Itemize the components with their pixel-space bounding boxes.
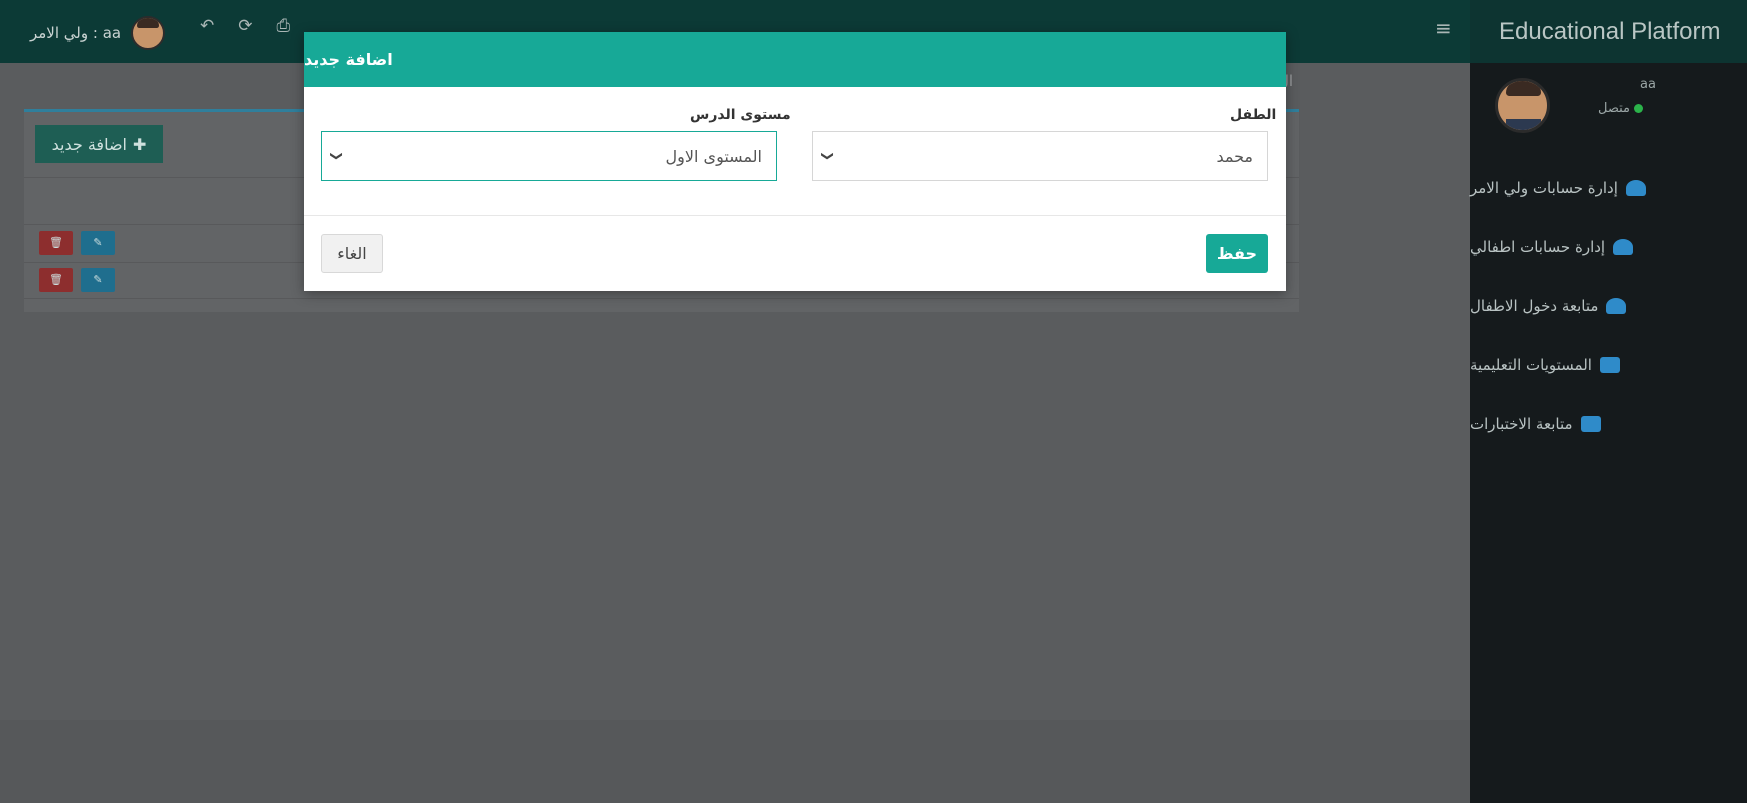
brand-logo[interactable]: Educational Platform: [1470, 0, 1747, 63]
add-new-button[interactable]: ✚ اضافة جديد: [35, 125, 163, 163]
profile-name: aa: [1640, 77, 1656, 92]
delete-button[interactable]: 🗑: [39, 231, 73, 255]
level-select-value: المستوى الاول: [665, 146, 762, 166]
dialog-divider: [304, 215, 1286, 216]
sidebar-item-label: المستويات التعليمية: [1470, 355, 1592, 374]
reply-icon[interactable]: ↶: [200, 16, 214, 36]
save-button[interactable]: حفظ: [1206, 234, 1268, 273]
sidebar-item-exams[interactable]: متابعة الاختبارات: [1470, 394, 1747, 453]
sidebar-item-parent-accounts[interactable]: إدارة حسابات ولي الامر: [1470, 158, 1747, 217]
sidebar-item-children-accounts[interactable]: إدارة حسابات اطفالي: [1470, 217, 1747, 276]
toolbar: ↶ ⟳ ⎙: [200, 16, 290, 36]
status-label: متصل: [1598, 101, 1631, 116]
table-row-divider: [24, 298, 1299, 299]
sidebar-item-label: إدارة حسابات اطفالي: [1470, 237, 1606, 256]
chevron-down-icon: ❯: [330, 150, 345, 162]
overlay-shade: [0, 720, 1470, 803]
edit-button[interactable]: ✎: [81, 231, 115, 255]
print-icon[interactable]: ⎙: [277, 16, 291, 36]
trash-icon: 🗑: [49, 273, 63, 286]
user-label: ولي الامر : aa: [30, 24, 122, 42]
edit-button[interactable]: ✎: [81, 268, 115, 292]
sidebar-item-label: متابعة الاختبارات: [1470, 414, 1573, 433]
users-icon: [1606, 297, 1627, 314]
user-avatar: [131, 16, 166, 50]
delete-button[interactable]: 🗑: [39, 268, 73, 292]
sidebar-item-label: إدارة حسابات ولي الامر: [1470, 178, 1618, 197]
book-icon: [1580, 415, 1601, 432]
trash-icon: 🗑: [49, 236, 63, 249]
sidebar-nav: إدارة حسابات ولي الامر إدارة حسابات اطفا…: [1470, 158, 1747, 453]
pencil-icon: ✎: [93, 273, 103, 286]
online-dot-icon: [1634, 104, 1644, 113]
sidebar: Educational Platform aa متصل إدارة حسابا…: [1470, 0, 1747, 803]
book-icon: [1599, 356, 1620, 373]
avatar: [1495, 78, 1550, 133]
sidebar-profile: aa متصل: [1470, 63, 1747, 158]
add-new-dialog: اضافة جديد الطفل ❯ محمد مستوى الدرس ❯ ال…: [304, 32, 1286, 291]
child-select-value: محمد: [1216, 146, 1253, 166]
level-label: مستوى الدرس: [690, 107, 791, 123]
child-select[interactable]: ❯ محمد: [812, 131, 1268, 181]
child-label: الطفل: [1230, 107, 1277, 123]
sidebar-item-label: متابعة دخول الاطفال: [1470, 296, 1599, 315]
add-new-label: اضافة جديد: [51, 134, 127, 154]
users-icon: [1613, 238, 1634, 255]
user-menu[interactable]: ولي الامر : aa: [30, 16, 166, 50]
sidebar-item-levels[interactable]: المستويات التعليمية: [1470, 335, 1747, 394]
pencil-icon: ✎: [93, 236, 103, 249]
profile-status: متصل: [1598, 101, 1644, 116]
user-icon: [1625, 179, 1646, 196]
sidebar-item-children-login[interactable]: متابعة دخول الاطفال: [1470, 276, 1747, 335]
level-select[interactable]: ❯ المستوى الاول: [321, 131, 777, 181]
refresh-icon[interactable]: ⟳: [238, 16, 252, 36]
chevron-down-icon: ❯: [821, 150, 836, 162]
cancel-button[interactable]: الغاء: [321, 234, 383, 273]
dialog-title: اضافة جديد: [304, 50, 393, 69]
menu-icon[interactable]: ≡: [1435, 16, 1452, 40]
dialog-header: اضافة جديد: [304, 32, 1286, 87]
plus-icon: ✚: [132, 134, 147, 154]
